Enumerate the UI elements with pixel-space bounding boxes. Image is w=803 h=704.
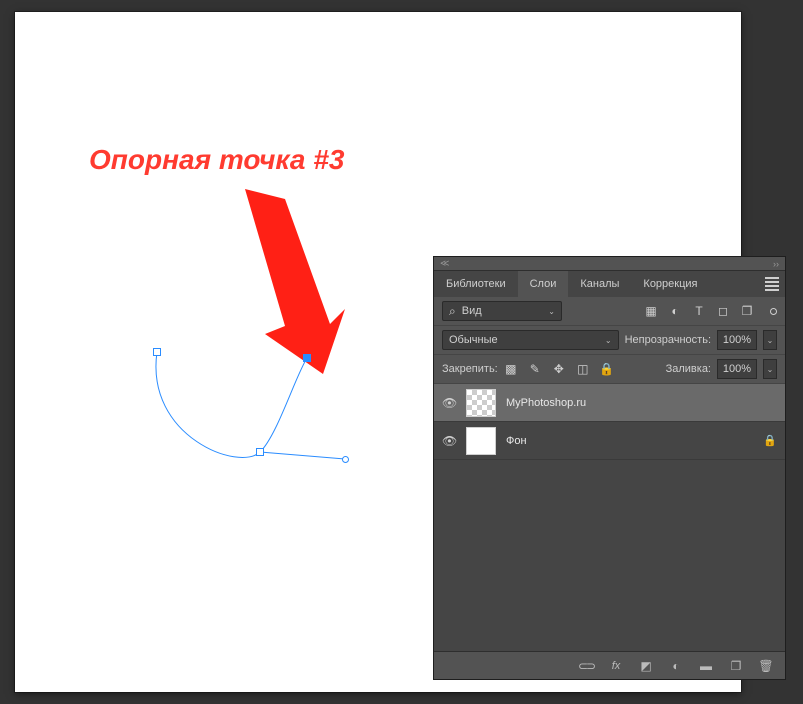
- opacity-value[interactable]: 100%: [717, 330, 757, 350]
- layer-row[interactable]: 👁 MyPhotoshop.ru: [434, 384, 785, 422]
- fx-icon[interactable]: fx: [609, 659, 623, 673]
- panel-tabs: Библиотеки Слои Каналы Коррекция: [434, 271, 785, 297]
- opacity-label: Непрозрачность:: [625, 334, 711, 346]
- panel-titlebar[interactable]: ≪ ››: [434, 257, 785, 271]
- annotation-arrow: [205, 189, 345, 379]
- visibility-toggle[interactable]: 👁: [442, 434, 456, 448]
- mask-icon[interactable]: ◩: [639, 659, 653, 673]
- panel-menu-button[interactable]: [759, 271, 785, 297]
- layer-name[interactable]: MyPhotoshop.ru: [506, 397, 777, 409]
- panel-flyout-icon[interactable]: ››: [773, 259, 779, 269]
- fill-label: Заливка:: [666, 363, 711, 375]
- panel-collapse-icon[interactable]: ≪: [440, 258, 449, 269]
- panel-footer: ⊂⊃ fx ◩ ◐ ▬ ❐ 🗑: [434, 651, 785, 679]
- annotation-text: Опорная точка #3: [89, 144, 344, 176]
- chevron-down-icon: ⌄: [548, 307, 555, 316]
- layer-thumbnail[interactable]: [466, 427, 496, 455]
- blend-mode-label: Обычные: [449, 334, 498, 346]
- filter-smartobject-icon[interactable]: ❐: [740, 304, 754, 318]
- filter-shape-icon[interactable]: ◻: [716, 304, 730, 318]
- filter-pixel-icon[interactable]: ▦: [644, 304, 658, 318]
- anchor-point-2[interactable]: [256, 448, 264, 456]
- chevron-down-icon: ⌄: [605, 336, 612, 345]
- visibility-toggle[interactable]: 👁: [442, 396, 456, 410]
- bezier-handle[interactable]: [342, 456, 349, 463]
- lock-icon: 🔒: [763, 434, 777, 447]
- tab-layers[interactable]: Слои: [518, 271, 569, 297]
- layer-name[interactable]: Фон: [506, 435, 753, 447]
- fill-stepper[interactable]: ⌄: [763, 359, 777, 379]
- filter-kind-select[interactable]: Вид ⌄: [442, 301, 562, 321]
- anchor-point-3[interactable]: [303, 354, 311, 362]
- lock-brush-icon[interactable]: ✎: [528, 362, 542, 376]
- lock-label: Закрепить:: [442, 363, 498, 375]
- layers-list: 👁 MyPhotoshop.ru 👁 Фон 🔒: [434, 384, 785, 651]
- filter-adjustment-icon[interactable]: ◐: [668, 304, 682, 318]
- layers-panel: ≪ ›› Библиотеки Слои Каналы Коррекция Ви…: [433, 256, 786, 680]
- layer-row[interactable]: 👁 Фон 🔒: [434, 422, 785, 460]
- lock-transparent-icon[interactable]: ▩: [504, 362, 518, 376]
- tab-libraries[interactable]: Библиотеки: [434, 271, 518, 297]
- opacity-stepper[interactable]: ⌄: [763, 330, 777, 350]
- filter-toggle[interactable]: [770, 308, 777, 315]
- tab-channels[interactable]: Каналы: [568, 271, 631, 297]
- search-icon: [449, 304, 458, 319]
- fill-value[interactable]: 100%: [717, 359, 757, 379]
- trash-icon[interactable]: 🗑: [759, 659, 773, 673]
- filter-text-icon[interactable]: T: [692, 304, 706, 318]
- new-layer-icon[interactable]: ❐: [729, 659, 743, 673]
- layer-thumbnail[interactable]: [466, 389, 496, 417]
- lock-all-icon[interactable]: 🔒: [600, 362, 614, 376]
- tab-adjustments[interactable]: Коррекция: [631, 271, 709, 297]
- lock-fill-row: Закрепить: ▩ ✎ ✥ ◫ 🔒 Заливка: 100% ⌄: [434, 355, 785, 384]
- anchor-point-1[interactable]: [153, 348, 161, 356]
- layer-filter-row: Вид ⌄ ▦ ◐ T ◻ ❐: [434, 297, 785, 326]
- adjustment-layer-icon[interactable]: ◐: [669, 659, 683, 673]
- blend-mode-select[interactable]: Обычные ⌄: [442, 330, 619, 350]
- lock-artboard-icon[interactable]: ◫: [576, 362, 590, 376]
- lock-position-icon[interactable]: ✥: [552, 362, 566, 376]
- blend-opacity-row: Обычные ⌄ Непрозрачность: 100% ⌄: [434, 326, 785, 355]
- link-layers-icon[interactable]: ⊂⊃: [579, 659, 593, 673]
- group-icon[interactable]: ▬: [699, 659, 713, 673]
- hamburger-icon: [765, 275, 779, 293]
- filter-kind-label: Вид: [462, 305, 482, 317]
